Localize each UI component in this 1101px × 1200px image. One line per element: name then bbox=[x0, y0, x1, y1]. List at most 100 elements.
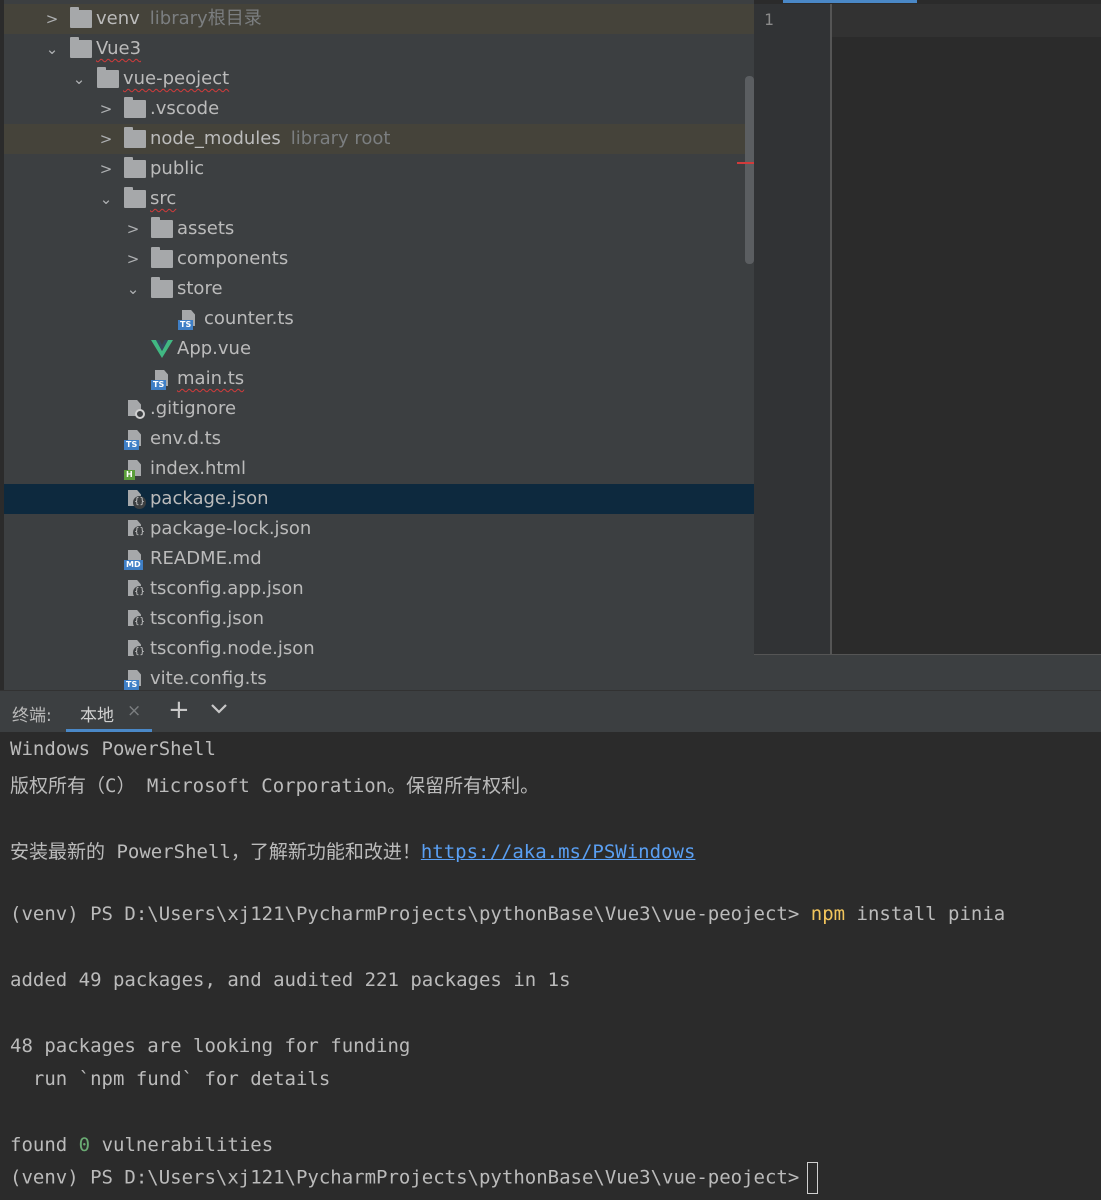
project-tree-panel: > venv library根目录 ⌄ Vue3 ⌄ vue-peoject > … bbox=[0, 0, 754, 690]
terminal-line: 安装最新的 PowerShell，了解新功能和改进！https://aka.ms… bbox=[10, 837, 695, 864]
folder-icon bbox=[151, 247, 173, 268]
terminal-line: (venv) PS D:\Users\xj121\PycharmProjects… bbox=[10, 903, 1005, 925]
tree-item-src[interactable]: ⌄ src bbox=[4, 184, 754, 214]
terminal-line: 版权所有（C） Microsoft Corporation。保留所有权利。 bbox=[10, 775, 540, 797]
chevron-right-icon[interactable]: > bbox=[123, 214, 143, 244]
chevron-down-icon[interactable]: ⌄ bbox=[69, 64, 89, 94]
chevron-down-icon[interactable] bbox=[208, 697, 230, 724]
chevron-right-icon[interactable]: > bbox=[96, 94, 116, 124]
folder-icon bbox=[124, 187, 146, 208]
chevron-down-icon[interactable]: ⌄ bbox=[123, 274, 143, 304]
folder-icon bbox=[70, 37, 92, 58]
tree-item-vite-config-ts[interactable]: TS vite.config.ts bbox=[4, 664, 754, 690]
tree-scrollbar[interactable] bbox=[745, 76, 754, 264]
close-icon[interactable]: × bbox=[127, 701, 141, 721]
tree-item-label: tsconfig.app.json bbox=[150, 578, 304, 599]
library-root-hint: library根目录 bbox=[149, 8, 262, 29]
tree-item-vscode[interactable]: > .vscode bbox=[4, 94, 754, 124]
powershell-link[interactable]: https://aka.ms/PSWindows bbox=[421, 841, 696, 863]
line-number: 1 bbox=[764, 10, 774, 29]
tree-item-components[interactable]: > components bbox=[4, 244, 754, 274]
tree-item-label: src bbox=[150, 188, 177, 209]
tab-local[interactable]: 本地 × bbox=[66, 691, 152, 732]
tree-item-venv[interactable]: > venv library根目录 bbox=[4, 4, 754, 34]
tree-item-label: tsconfig.json bbox=[150, 608, 265, 629]
tree-item-app-vue[interactable]: App.vue bbox=[4, 334, 754, 364]
tree-item-gitignore[interactable]: .gitignore bbox=[4, 394, 754, 424]
tree-item-store[interactable]: ⌄ store bbox=[4, 274, 754, 304]
typescript-file-icon: TS bbox=[151, 370, 173, 390]
terminal-line: Windows PowerShell bbox=[10, 738, 216, 760]
tree-item-readme-md[interactable]: MD README.md bbox=[4, 544, 754, 574]
tree-item-label: env.d.ts bbox=[150, 428, 222, 449]
terminal-output[interactable]: Windows PowerShell 版权所有（C） Microsoft Cor… bbox=[0, 732, 1101, 1200]
tree-item-counter-ts[interactable]: TS counter.ts bbox=[4, 304, 754, 334]
typescript-file-icon: TS bbox=[124, 670, 146, 690]
error-stripe-mark bbox=[737, 162, 754, 164]
tree-item-tsconfig-node-json[interactable]: {} tsconfig.node.json bbox=[4, 634, 754, 664]
terminal-header: 终端: 本地 × + bbox=[0, 690, 1101, 732]
command-args: install pinia bbox=[856, 903, 1006, 925]
terminal-line: added 49 packages, and audited 221 packa… bbox=[10, 969, 571, 991]
tree-item-label: tsconfig.node.json bbox=[150, 638, 315, 659]
tree-item-tsconfig-app-json[interactable]: {} tsconfig.app.json bbox=[4, 574, 754, 604]
terminal-text: found bbox=[10, 1134, 68, 1156]
tree-item-main-ts[interactable]: TS main.ts bbox=[4, 364, 754, 394]
terminal-input-line[interactable]: (venv) PS D:\Users\xj121\PycharmProjects… bbox=[10, 1162, 819, 1194]
chevron-right-icon[interactable]: > bbox=[123, 244, 143, 274]
folder-icon bbox=[124, 127, 146, 148]
folder-icon bbox=[124, 157, 146, 178]
tree-item-label: .gitignore bbox=[150, 398, 237, 419]
vulnerability-count: 0 bbox=[78, 1134, 91, 1156]
active-editor-tab-indicator bbox=[783, 0, 917, 3]
tree-item-label: package.json bbox=[150, 488, 269, 509]
chevron-right-icon[interactable]: > bbox=[42, 4, 62, 34]
json-file-icon: {} bbox=[124, 640, 146, 659]
typescript-file-icon: TS bbox=[124, 430, 146, 450]
folder-icon bbox=[151, 277, 173, 298]
editor-bottom-bar bbox=[754, 654, 1101, 691]
tree-item-index-html[interactable]: H index.html bbox=[4, 454, 754, 484]
tree-item-label: README.md bbox=[150, 548, 262, 569]
terminal-line: 48 packages are looking for funding bbox=[10, 1035, 411, 1057]
terminal-prompt: (venv) PS D:\Users\xj121\PycharmProjects… bbox=[10, 903, 800, 925]
library-root-hint: library root bbox=[290, 128, 391, 149]
folder-icon bbox=[151, 217, 173, 238]
typescript-file-icon: TS bbox=[178, 310, 200, 330]
terminal-line: found 0 vulnerabilities bbox=[10, 1134, 273, 1156]
chevron-right-icon[interactable]: > bbox=[96, 154, 116, 184]
tree-item-assets[interactable]: > assets bbox=[4, 214, 754, 244]
chevron-right-icon[interactable]: > bbox=[96, 124, 116, 154]
chevron-down-icon[interactable]: ⌄ bbox=[96, 184, 116, 214]
terminal-cursor bbox=[807, 1162, 819, 1194]
tree-item-label: package-lock.json bbox=[150, 518, 312, 539]
terminal-line: run `npm fund` for details bbox=[10, 1068, 331, 1090]
tree-item-package-json[interactable]: {} package.json bbox=[4, 484, 754, 514]
json-file-icon: {} bbox=[124, 490, 146, 509]
json-file-icon: {} bbox=[124, 610, 146, 629]
tree-item-env-d-ts[interactable]: TS env.d.ts bbox=[4, 424, 754, 454]
tree-item-package-lock-json[interactable]: {} package-lock.json bbox=[4, 514, 754, 544]
chevron-down-icon[interactable]: ⌄ bbox=[42, 34, 62, 64]
editor-pane[interactable]: 1 bbox=[754, 0, 1101, 691]
tree-item-label: main.ts bbox=[177, 368, 245, 389]
tree-item-label: store bbox=[177, 278, 223, 299]
vue-file-icon bbox=[151, 339, 173, 358]
html-file-icon: H bbox=[124, 460, 146, 480]
tree-item-label: public bbox=[150, 158, 205, 179]
tree-item-label: Vue3 bbox=[96, 38, 142, 59]
command-npm: npm bbox=[810, 903, 846, 925]
tree-item-label: vite.config.ts bbox=[150, 668, 267, 689]
tree-item-vue3[interactable]: ⌄ Vue3 bbox=[4, 34, 754, 64]
tree-item-node-modules[interactable]: > node_modules library root bbox=[4, 124, 754, 154]
tree-item-vue-peoject[interactable]: ⌄ vue-peoject bbox=[4, 64, 754, 94]
tree-item-label: assets bbox=[177, 218, 235, 239]
terminal-title: 终端: bbox=[12, 706, 52, 726]
add-tab-icon[interactable]: + bbox=[168, 695, 190, 725]
tree-item-label: vue-peoject bbox=[123, 68, 230, 89]
folder-icon bbox=[70, 7, 92, 28]
current-line-highlight[interactable] bbox=[832, 4, 1101, 37]
tree-item-tsconfig-json[interactable]: {} tsconfig.json bbox=[4, 604, 754, 634]
editor-gutter: 1 bbox=[754, 4, 832, 654]
tree-item-public[interactable]: > public bbox=[4, 154, 754, 184]
